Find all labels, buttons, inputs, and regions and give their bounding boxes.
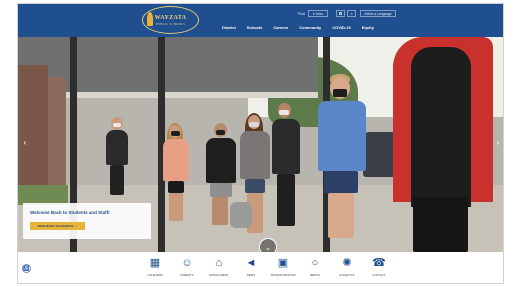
language-select[interactable]: Select a Language <box>360 10 396 17</box>
accessibility-icon: ♿ <box>23 265 30 272</box>
quick-link-parents[interactable]: ☺ PARENTS <box>173 256 201 283</box>
ball-icon: ✺ <box>342 256 352 269</box>
search-button[interactable] <box>336 10 345 17</box>
quick-link-calendar[interactable]: ▦ CALENDAR <box>141 256 169 283</box>
quick-link-label: MENUS <box>309 273 321 277</box>
quick-link-label: CALENDAR <box>147 273 163 277</box>
quick-link-contact[interactable]: ☎ CONTACT <box>365 256 393 283</box>
scroll-down-button[interactable]: ⌄ <box>259 238 277 252</box>
quick-link-transportation[interactable]: ▣ TRANSPORTATION <box>269 256 297 283</box>
quick-link-label: CONTACT <box>372 273 386 277</box>
bus-icon: ▣ <box>277 256 289 269</box>
flame-icon <box>147 12 153 26</box>
backpack <box>230 202 252 228</box>
find-label: Find <box>298 11 305 16</box>
nav-covid[interactable]: COVID-19 <box>332 25 350 30</box>
close-button[interactable]: × <box>347 10 356 17</box>
quick-link-athletics[interactable]: ✺ ATHLETICS <box>333 256 361 283</box>
search-icon <box>339 12 342 15</box>
nav-schools[interactable]: Schools <box>247 25 263 30</box>
quick-link-label: TRANSPORTATION <box>270 273 296 277</box>
quick-link-label: NEWS <box>246 273 256 277</box>
jobs-dropdown[interactable]: ▾ Jobs <box>307 10 328 17</box>
quick-link-news[interactable]: ◄ NEWS <box>237 256 265 283</box>
welcome-heading: Welcome Back to Students and Staff! <box>30 210 110 215</box>
hero-carousel: ‹ › Welcome Back to Students and Staff! … <box>18 37 503 252</box>
quick-link-menus[interactable]: ○ MENUS <box>301 256 329 283</box>
quick-link-label: PARENTS <box>180 273 194 277</box>
carousel-next-button[interactable]: › <box>494 137 502 147</box>
quick-links-bar: ♿ ▦ CALENDAR ☺ PARENTS ⌂ ENROLLMENT ◄ NE… <box>18 252 503 283</box>
megaphone-icon: ◄ <box>245 256 257 269</box>
calendar-icon: ▦ <box>149 256 161 269</box>
nav-community[interactable]: Community <box>299 25 321 30</box>
chevron-down-icon: ⌄ <box>264 242 272 252</box>
logo-text: WAYZATA <box>154 14 187 21</box>
nav-district[interactable]: District <box>222 25 236 30</box>
quick-link-label: ENROLLMENT <box>209 273 229 277</box>
main-nav: District Schools Careers Community COVID… <box>222 25 374 30</box>
school-icon: ⌂ <box>215 256 223 269</box>
carousel-prev-button[interactable]: ‹ <box>21 137 29 147</box>
logo-subtext: PUBLIC SCHOOLS <box>155 21 186 26</box>
nav-careers[interactable]: Careers <box>273 25 288 30</box>
nav-equity[interactable]: Equity <box>362 25 374 30</box>
welcome-card: Welcome Back to Students and Staff! VIEW… <box>23 203 151 239</box>
quick-link-enrollment[interactable]: ⌂ ENROLLMENT <box>205 256 233 283</box>
browser-page: WAYZATA PUBLIC SCHOOLS Find ▾ Jobs × Sel… <box>17 3 504 284</box>
apple-icon: ○ <box>311 256 319 269</box>
phone-icon: ☎ <box>372 256 386 269</box>
accessibility-button[interactable]: ♿ <box>22 264 31 273</box>
quick-link-label: ATHLETICS <box>339 273 355 277</box>
district-logo[interactable]: WAYZATA PUBLIC SCHOOLS <box>142 6 199 34</box>
jobs-utility: Find ▾ Jobs <box>298 10 328 17</box>
parents-icon: ☺ <box>181 256 193 269</box>
back-to-school-button[interactable]: VIEW BACK-TO-SCHOOL → <box>30 222 85 230</box>
site-header: WAYZATA PUBLIC SCHOOLS Find ▾ Jobs × Sel… <box>18 4 503 37</box>
